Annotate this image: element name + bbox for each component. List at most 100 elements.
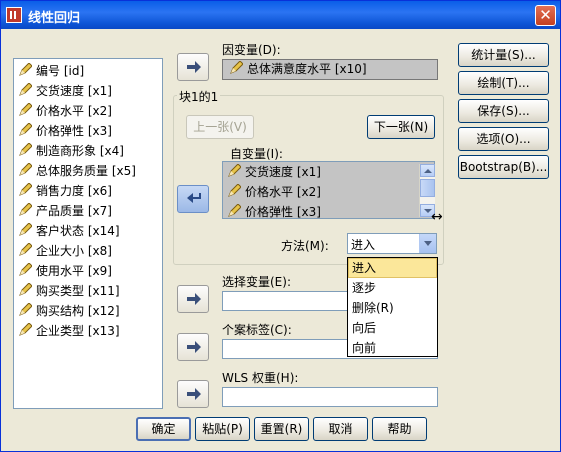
scroll-thumb[interactable] [420, 179, 435, 197]
list-item[interactable]: 价格弹性 [x3] [14, 121, 162, 141]
move-to-case-label-button[interactable] [177, 333, 209, 361]
method-option[interactable]: 向前 [348, 338, 437, 358]
method-option[interactable]: 删除(R) [348, 298, 437, 318]
chevron-down-icon[interactable] [419, 234, 436, 253]
variable-name: 交货速度 [x1] [245, 165, 321, 179]
window-title: 线性回归 [28, 11, 81, 26]
list-item[interactable]: 价格水平 [x2] [14, 101, 162, 121]
dependent-label: 因变量(D): [222, 43, 281, 57]
method-select[interactable]: 进入 [347, 233, 437, 254]
independent-label: 自变量(I): [230, 147, 283, 161]
list-item[interactable]: 制造商形象 [x4] [14, 141, 162, 161]
scale-variable-icon [19, 83, 32, 96]
resize-cursor-icon: ↔ [431, 209, 443, 225]
variable-name: 编号 [id] [36, 64, 85, 78]
list-item[interactable]: 价格弹性 [x3] [223, 202, 434, 219]
list-item[interactable]: 价格水平 [x2] [223, 182, 434, 202]
scale-variable-icon [19, 283, 32, 296]
arrow-right-icon [187, 388, 201, 400]
scale-variable-icon [19, 103, 32, 116]
variable-name: 价格水平 [x2] [245, 185, 321, 199]
list-item[interactable]: 产品质量 [x7] [14, 201, 162, 221]
arrow-right-icon [187, 293, 201, 305]
scale-variable-icon [19, 183, 32, 196]
dependent-field[interactable]: 总体满意度水平 [x10] [222, 59, 438, 80]
scale-variable-icon [228, 164, 241, 177]
scroll-up-icon[interactable] [420, 164, 435, 177]
independent-list[interactable]: 交货速度 [x1] 价格水平 [x2] 价格弹性 [x3] [222, 161, 435, 219]
selection-variable-label: 选择变量(E): [222, 275, 291, 289]
list-item[interactable]: 购买结构 [x12] [14, 301, 162, 321]
method-option[interactable]: 逐步 [348, 278, 437, 298]
list-item[interactable]: 企业类型 [x13] [14, 321, 162, 341]
scale-variable-icon [19, 303, 32, 316]
list-item[interactable]: 购买类型 [x11] [14, 281, 162, 301]
method-option[interactable]: 向后 [348, 318, 437, 338]
scale-variable-icon [228, 184, 241, 197]
wls-weight-label: WLS 权重(H): [222, 371, 299, 385]
variable-name: 企业大小 [x8] [36, 244, 112, 258]
method-option[interactable]: 进入 [348, 258, 437, 278]
method-value: 进入 [351, 238, 376, 252]
method-label: 方法(M): [281, 239, 329, 253]
scale-variable-icon [19, 323, 32, 336]
variable-name: 价格弹性 [x3] [245, 205, 321, 219]
move-to-independent-button[interactable] [177, 185, 209, 213]
wls-weight-field[interactable] [222, 387, 438, 407]
list-item[interactable]: 交货速度 [x1] [14, 81, 162, 101]
linear-regression-dialog: 线性回归 ✕ 编号 [id] 交货速度 [x1] 价格水平 [x2] 价格弹性 [x3… [0, 0, 561, 452]
move-to-wls-button[interactable] [177, 380, 209, 408]
case-label-label: 个案标签(C): [222, 323, 292, 337]
list-item[interactable]: 企业大小 [x8] [14, 241, 162, 261]
block-title: 块1的1 [177, 88, 221, 105]
scale-variable-icon [228, 204, 241, 217]
help-button[interactable]: 帮助 [372, 417, 427, 441]
variable-name: 客户状态 [x14] [36, 224, 120, 238]
list-item[interactable]: 销售力度 [x6] [14, 181, 162, 201]
ok-button[interactable]: 确定 [136, 417, 191, 441]
variable-name: 企业类型 [x13] [36, 324, 120, 338]
scale-variable-icon [19, 63, 32, 76]
variable-name: 产品质量 [x7] [36, 204, 112, 218]
next-block-button[interactable]: 下一张(N) [367, 115, 435, 139]
dependent-value: 总体满意度水平 [x10] [247, 62, 367, 76]
method-dropdown[interactable]: 进入 逐步 删除(R) 向后 向前 [347, 257, 438, 357]
app-icon [6, 7, 22, 23]
move-to-dependent-button[interactable] [177, 53, 209, 81]
arrow-right-icon [187, 341, 201, 353]
variable-name: 购买类型 [x11] [36, 284, 120, 298]
variable-name: 交货速度 [x1] [36, 84, 112, 98]
list-item[interactable]: 客户状态 [x14] [14, 221, 162, 241]
scale-variable-icon [19, 203, 32, 216]
variable-name: 购买结构 [x12] [36, 304, 120, 318]
list-item[interactable]: 交货速度 [x1] [223, 162, 434, 182]
options-button[interactable]: 选项(O)... [458, 127, 549, 151]
reset-button[interactable]: 重置(R) [254, 417, 309, 441]
scale-variable-icon [19, 223, 32, 236]
variable-name: 使用水平 [x9] [36, 264, 112, 278]
title-bar[interactable]: 线性回归 ✕ [1, 1, 560, 29]
move-to-selection-button[interactable] [177, 285, 209, 313]
plots-button[interactable]: 绘制(T)... [458, 71, 549, 95]
scale-variable-icon [19, 143, 32, 156]
cancel-button[interactable]: 取消 [313, 417, 368, 441]
statistics-button[interactable]: 统计量(S)... [458, 43, 549, 67]
scale-variable-icon [230, 61, 243, 74]
list-item[interactable]: 编号 [id] [14, 61, 162, 81]
list-item[interactable]: 使用水平 [x9] [14, 261, 162, 281]
prev-block-button[interactable]: 上一张(V) [186, 115, 254, 139]
scale-variable-icon [19, 163, 32, 176]
close-button[interactable]: ✕ [535, 5, 556, 26]
arrow-right-icon [187, 61, 201, 73]
scale-variable-icon [19, 123, 32, 136]
paste-button[interactable]: 粘贴(P) [195, 417, 250, 441]
variable-name: 价格水平 [x2] [36, 104, 112, 118]
scale-variable-icon [19, 263, 32, 276]
save-button[interactable]: 保存(S)... [458, 99, 549, 123]
list-item[interactable]: 总体服务质量 [x5] [14, 161, 162, 181]
variable-list[interactable]: 编号 [id] 交货速度 [x1] 价格水平 [x2] 价格弹性 [x3] 制造商形象 … [13, 58, 163, 409]
variable-name: 制造商形象 [x4] [36, 144, 124, 158]
variable-name: 总体服务质量 [x5] [36, 164, 136, 178]
bootstrap-button[interactable]: Bootstrap(B)... [458, 155, 549, 179]
arrow-left-icon [187, 193, 201, 203]
